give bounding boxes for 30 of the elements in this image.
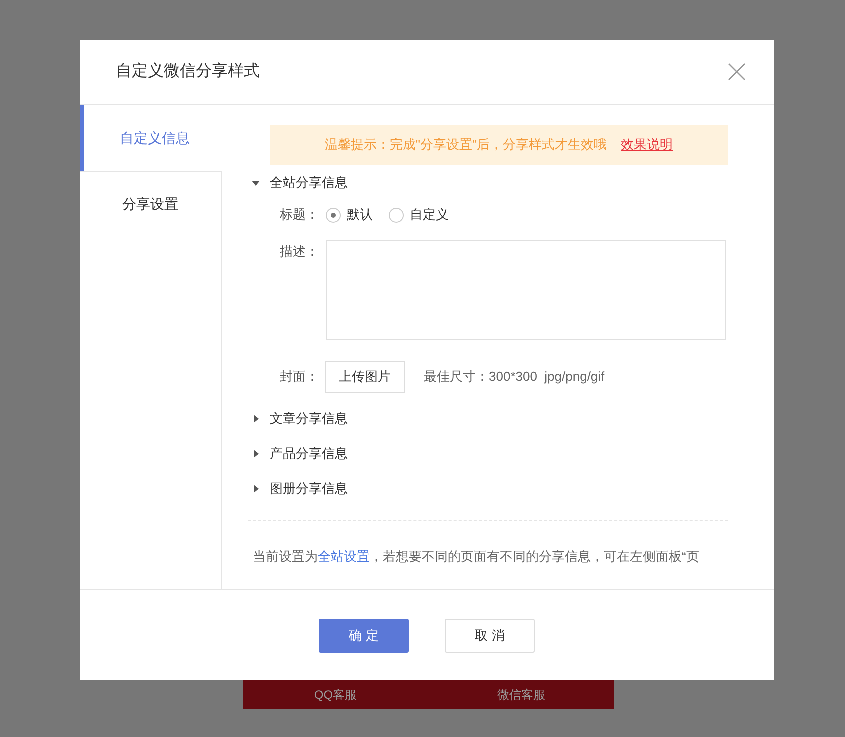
field-label: 标题： [280,206,318,224]
radio-icon[interactable] [326,208,341,222]
section-header[interactable]: 文章分享信息 [248,401,728,436]
service-label: 微信客服 [496,686,546,704]
caret-icon [252,178,260,186]
close-icon[interactable] [728,63,746,81]
dialog-title: 自定义微信分享样式 [116,62,260,82]
caret-icon [252,450,260,458]
radio-icon[interactable] [389,208,404,222]
section-header[interactable]: 图册分享信息 [248,471,728,506]
caret-icon [252,484,260,492]
size-hint: 最佳尺寸：300*300 jpg/png/gif [424,368,605,386]
notice-text: 温馨提示：完成"分享设置"后，分享样式才生效哦 [324,136,608,154]
confirm-button[interactable]: 确 定 [319,619,409,653]
sidebar-tab[interactable]: 分享设置 [80,171,222,237]
section-header[interactable]: 产品分享信息 [248,436,728,471]
field-label: 描述： [280,243,318,261]
caret-icon [252,414,260,422]
upload-button[interactable]: 上传图片 [325,361,405,393]
section-header[interactable]: 全站分享信息 [248,165,728,200]
radio-option[interactable]: 自定义 [389,205,449,225]
site-settings-link[interactable]: 全站设置 [318,549,370,564]
service-label: QQ客服 [313,686,358,704]
radio-option[interactable]: 默认 [326,205,373,225]
cancel-button[interactable]: 取 消 [445,619,535,653]
description-input[interactable] [326,240,726,340]
info-text: 当前设置为全站设置，若想要不同的页面有不同的分享信息，可在左侧面板“页 [252,548,700,566]
sidebar-tab[interactable]: 自定义信息 [80,105,222,171]
field-label: 封面： [280,368,318,386]
effect-link[interactable]: 效果说明 [621,135,674,155]
